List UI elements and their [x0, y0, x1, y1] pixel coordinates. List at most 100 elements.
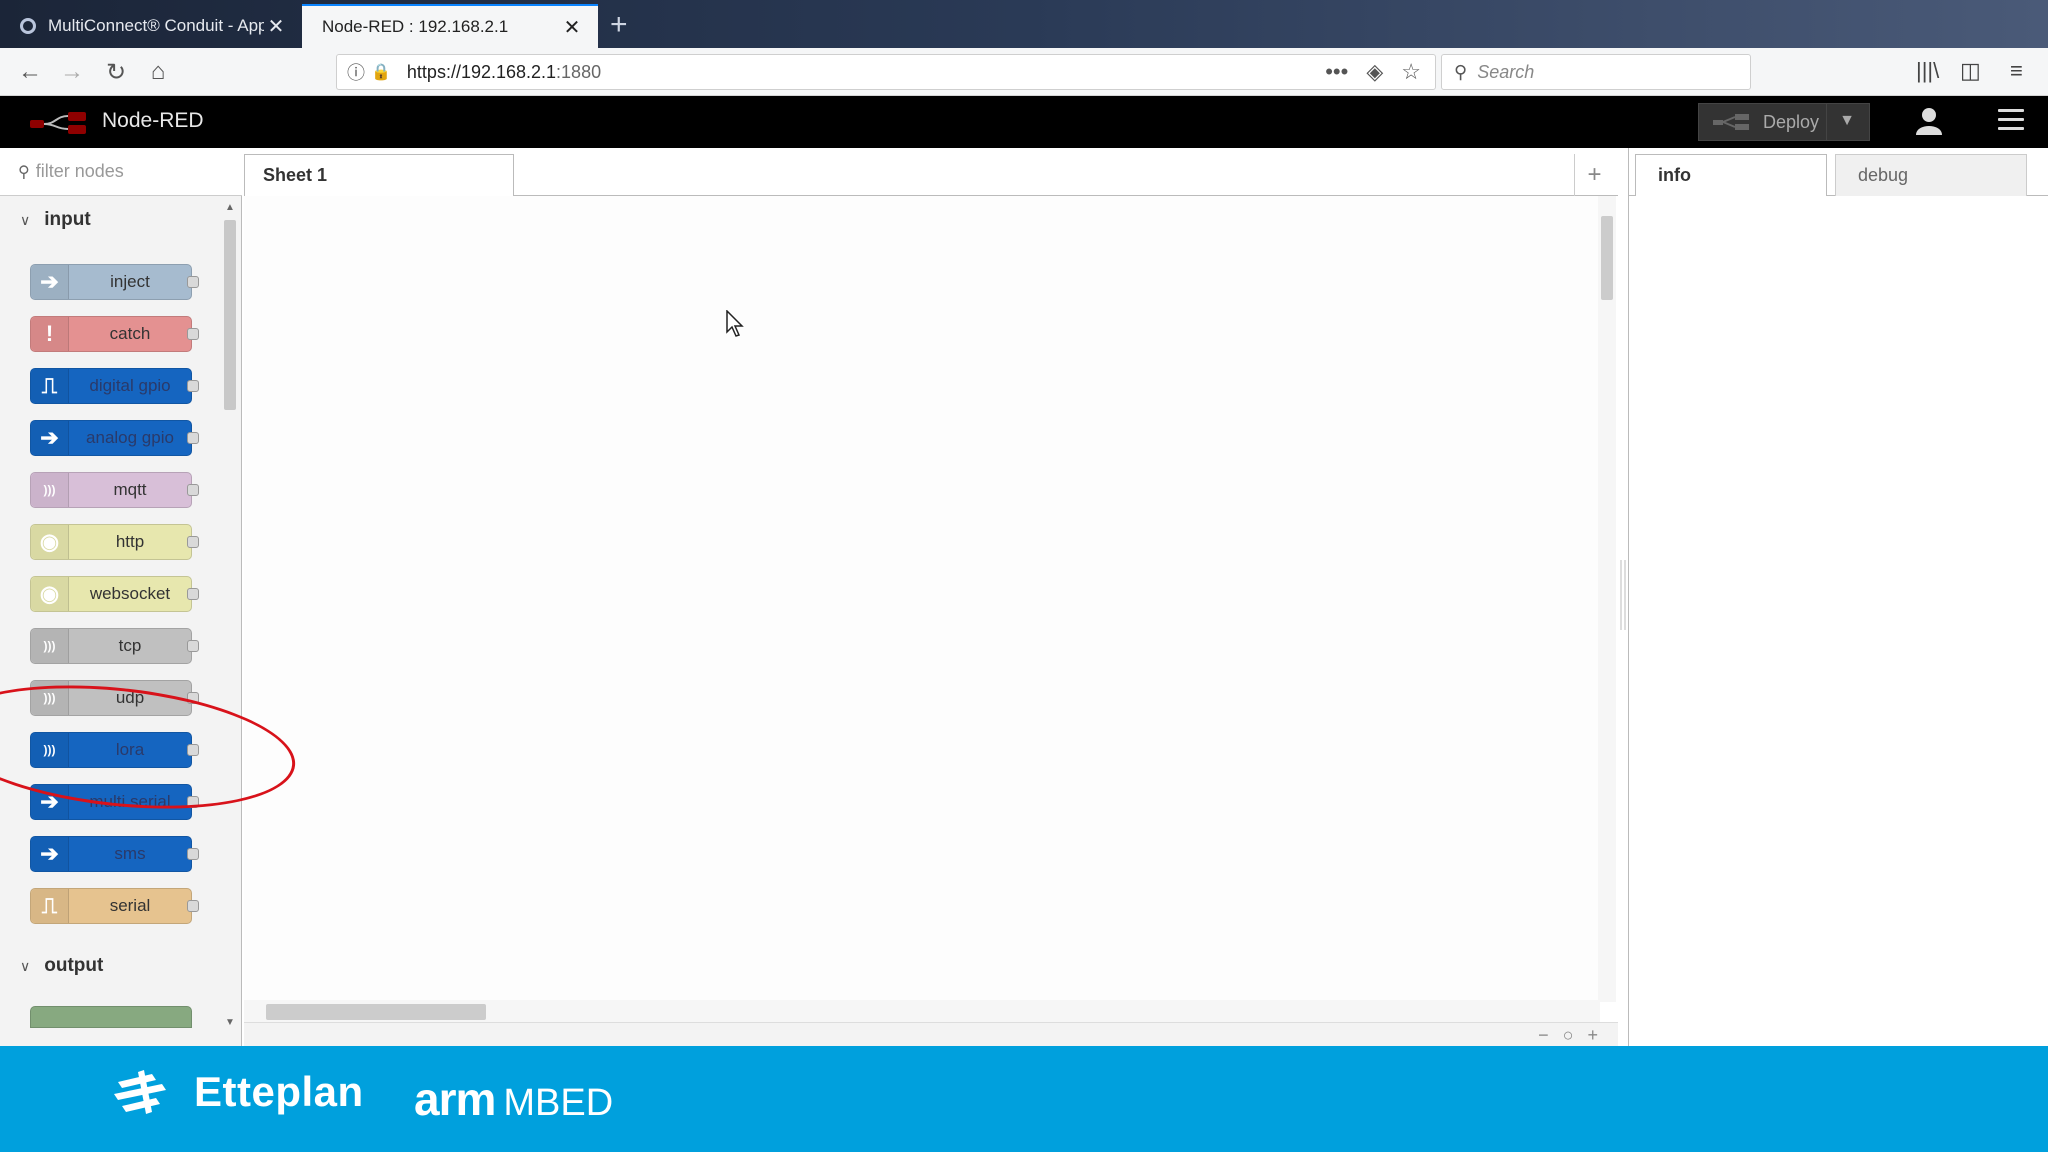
palette-node-label: websocket [89, 584, 171, 603]
canvas-footer: − ○ + [244, 1022, 1618, 1046]
scrollbar-thumb[interactable] [224, 220, 236, 410]
canvas-horizontal-scrollbar[interactable] [244, 1000, 1600, 1022]
zoom-in-icon[interactable]: + [1587, 1025, 1598, 1046]
radio-wave-icon: ))) [31, 473, 69, 507]
palette-scrollbar[interactable]: ▲ ▼ [222, 200, 238, 1030]
lock-icon: 🔒 [371, 64, 391, 81]
conduit-favicon-icon [20, 18, 36, 34]
palette-node-websocket[interactable]: ◉ websocket [30, 576, 199, 612]
browser-tab-node-red[interactable]: Node-RED : 192.168.2.1 ✕ [302, 4, 598, 48]
arrow-right-icon: ➔ [31, 265, 69, 299]
new-tab-plus-icon[interactable]: + [610, 8, 628, 42]
arm-mbed-logo: arm MBED [414, 1072, 613, 1126]
output-port[interactable] [187, 380, 199, 392]
output-port[interactable] [187, 484, 199, 496]
deploy-dropdown-caret-icon[interactable]: ▼ [1839, 112, 1855, 130]
output-port[interactable] [187, 536, 199, 548]
palette-node-label: analog gpio [86, 428, 174, 447]
output-port[interactable] [187, 848, 199, 860]
exclamation-icon: ! [31, 317, 69, 351]
node-palette: ⚲ filter nodes ∨ input ➔ inject! catch ⎍ dig… [0, 148, 242, 1046]
filter-placeholder: filter nodes [35, 161, 124, 181]
scrollbar-thumb[interactable] [1601, 216, 1613, 300]
palette-node-label: tcp [118, 636, 142, 655]
search-icon: ⚲ [18, 163, 30, 181]
palette-node-label: catch [109, 324, 151, 343]
palette-node-http[interactable]: ◉ http [30, 524, 199, 560]
add-flow-plus-icon[interactable]: + [1574, 154, 1614, 196]
browser-tab-conduit[interactable]: MultiConnect® Conduit - Appl ✕ [0, 4, 302, 48]
hamburger-menu-icon[interactable] [1998, 109, 2024, 131]
browser-search-input[interactable]: ⚲ Search [1441, 54, 1751, 90]
scrollbar-thumb[interactable] [266, 1004, 486, 1020]
sidebar-toggle-icon[interactable]: ◫ [1960, 58, 1981, 84]
mouse-cursor-icon [726, 310, 744, 337]
browser-menu-icon[interactable]: ≡ [2010, 58, 2023, 84]
back-arrow-icon[interactable]: ← [14, 56, 46, 88]
deploy-button[interactable]: Deploy ▼ [1698, 103, 1870, 141]
palette-category-output[interactable]: ∨ output [0, 944, 222, 988]
tab-sheet-1[interactable]: Sheet 1 [244, 154, 514, 197]
reload-icon[interactable]: ↻ [100, 56, 132, 88]
flow-canvas[interactable] [244, 196, 1604, 1002]
zoom-reset-icon[interactable]: ○ [1563, 1025, 1574, 1046]
app-title: Node-RED [102, 109, 204, 132]
palette-node-serial[interactable]: ⎍ serial [30, 888, 199, 924]
browser-tab-label: Node-RED : 192.168.2.1 [322, 17, 509, 36]
output-port[interactable] [187, 588, 199, 600]
mbed-wordmark: MBED [503, 1082, 614, 1124]
square-wave-icon: ⎍ [31, 369, 69, 403]
palette-node-partial[interactable] [30, 1006, 192, 1028]
sidebar-tab-bar: info debug [1628, 148, 2048, 197]
etteplan-wordmark: Etteplan [194, 1068, 364, 1115]
search-icon: ⚲ [1454, 61, 1468, 82]
radio-wave-icon: ))) [31, 629, 69, 663]
arrow-right-icon: ➔ [31, 421, 69, 455]
output-port[interactable] [187, 328, 199, 340]
palette-node-label: serial [109, 896, 151, 915]
palette-category-input[interactable]: ∨ input [0, 198, 222, 242]
forward-arrow-icon[interactable]: → [56, 56, 88, 88]
home-icon[interactable]: ⌂ [142, 56, 174, 88]
pocket-icon[interactable]: ◈ [1366, 59, 1383, 85]
close-tab-icon[interactable]: ✕ [560, 15, 584, 40]
filter-nodes-input[interactable]: ⚲ filter nodes [0, 148, 242, 196]
palette-node-label: http [115, 532, 145, 551]
output-port[interactable] [187, 900, 199, 912]
palette-node-label: digital gpio [89, 376, 171, 395]
bookmark-star-icon[interactable]: ☆ [1401, 59, 1421, 85]
palette-node-label: mqtt [113, 480, 147, 499]
close-tab-icon[interactable]: ✕ [264, 14, 288, 39]
output-port[interactable] [187, 640, 199, 652]
output-port[interactable] [187, 432, 199, 444]
node-red-logo-icon [30, 112, 86, 134]
chevron-down-icon: ∨ [20, 211, 31, 228]
palette-node-mqtt[interactable]: ))) mqtt [30, 472, 199, 508]
sidebar-splitter[interactable] [1620, 560, 1626, 630]
palette-node-digital-gpio[interactable]: ⎍ digital gpio [30, 368, 199, 404]
scroll-down-arrow-icon[interactable]: ▼ [225, 1017, 235, 1028]
palette-node-inject[interactable]: ➔ inject [30, 264, 199, 300]
palette-node-catch[interactable]: ! catch [30, 316, 199, 352]
globe-icon: ◉ [31, 577, 69, 611]
deploy-icon [1713, 114, 1749, 130]
library-icon[interactable]: |||\ [1916, 58, 1939, 84]
square-wave-icon: ⎍ [31, 889, 69, 923]
output-port[interactable] [187, 276, 199, 288]
zoom-out-icon[interactable]: − [1538, 1025, 1549, 1046]
info-icon[interactable]: ⓘ [347, 59, 365, 85]
deploy-label: Deploy [1763, 111, 1820, 132]
palette-node-tcp[interactable]: ))) tcp [30, 628, 199, 664]
more-actions-icon[interactable]: ••• [1325, 59, 1348, 85]
tab-info[interactable]: info [1635, 154, 1827, 197]
scroll-up-arrow-icon[interactable]: ▲ [225, 202, 235, 213]
arm-wordmark: arm [414, 1073, 496, 1125]
palette-node-analog-gpio[interactable]: ➔ analog gpio [30, 420, 199, 456]
user-icon[interactable] [1914, 106, 1944, 136]
palette-node-sms[interactable]: ➔ sms [30, 836, 199, 872]
tab-debug[interactable]: debug [1835, 154, 2027, 197]
canvas-vertical-scrollbar[interactable] [1598, 196, 1616, 1002]
url-bar[interactable]: ⓘ 🔒 https://192.168.2.1:1880 ••• ◈ ☆ [336, 54, 1436, 90]
browser-tab-strip: MultiConnect® Conduit - Appl ✕ Node-RED … [0, 0, 2048, 48]
workspace-tab-bar: Sheet 1 + [244, 148, 1618, 197]
